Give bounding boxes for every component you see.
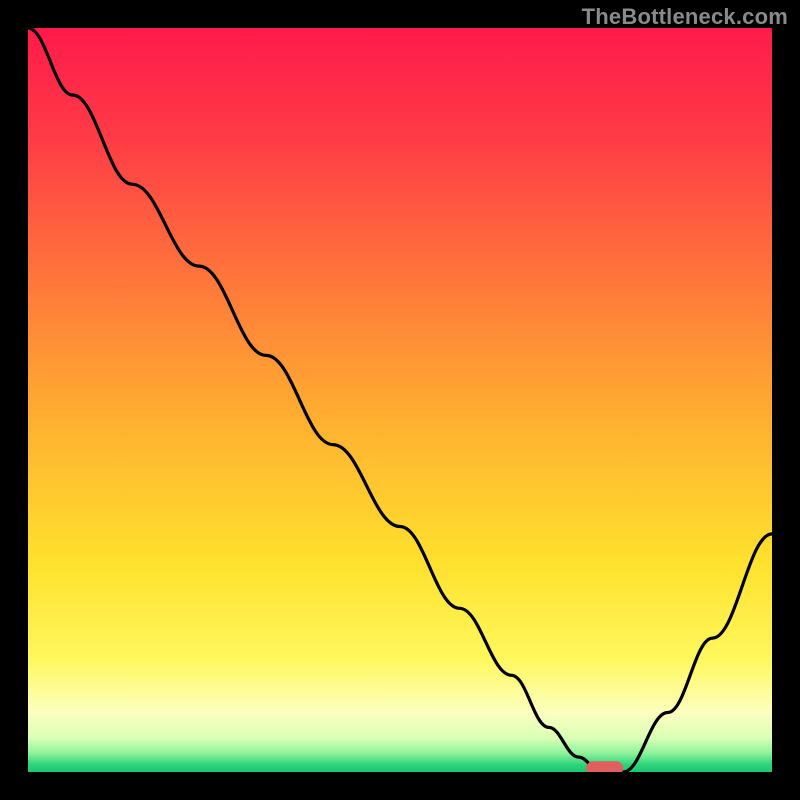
optimum-marker	[28, 28, 772, 772]
watermark-text: TheBottleneck.com	[582, 4, 788, 30]
plot-area	[28, 28, 772, 772]
chart-frame: TheBottleneck.com	[0, 0, 800, 800]
